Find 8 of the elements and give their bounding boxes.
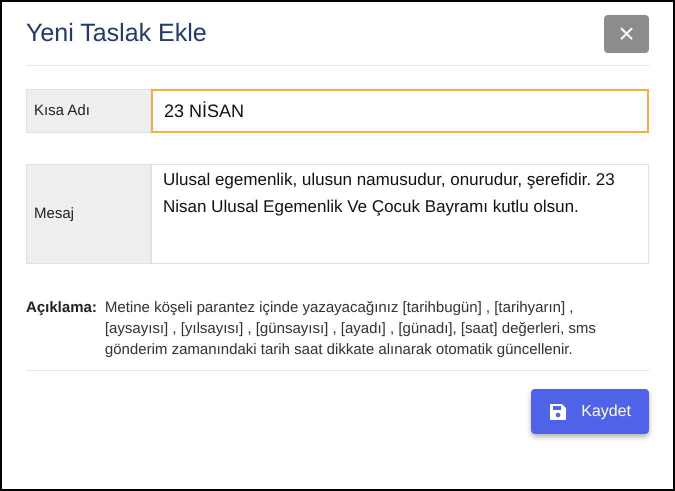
note-text: Metine köşeli parantez içinde yazayacağınız [tarihbugün] , [tarihyarın] , [aysayısı] , [yılsayısı] , [günsayısı] , [ayadı] , [günadı], [saat] değerleri, sms gönderim zamanındaki tarih saat dikkate alınarak otomatik güncellenir. [104,298,597,360]
dialog-title: Yeni Taslak Ekle [26,18,207,49]
message-field[interactable]: Ulusal egemenlik, ulusun namusudur, onurudur, şerefidir. 23 Nisan Ulusal Egemenlik Ve Çocuk Bayramı kutlu olsun. [151,164,649,264]
short-name-field[interactable]: 23 NİSAN [151,89,649,133]
note-label: Açıklama: [26,298,97,318]
field-label: Kısa Adı [26,89,151,133]
field-label: Mesaj [26,164,151,264]
save-button[interactable]: Kaydet [531,389,649,434]
